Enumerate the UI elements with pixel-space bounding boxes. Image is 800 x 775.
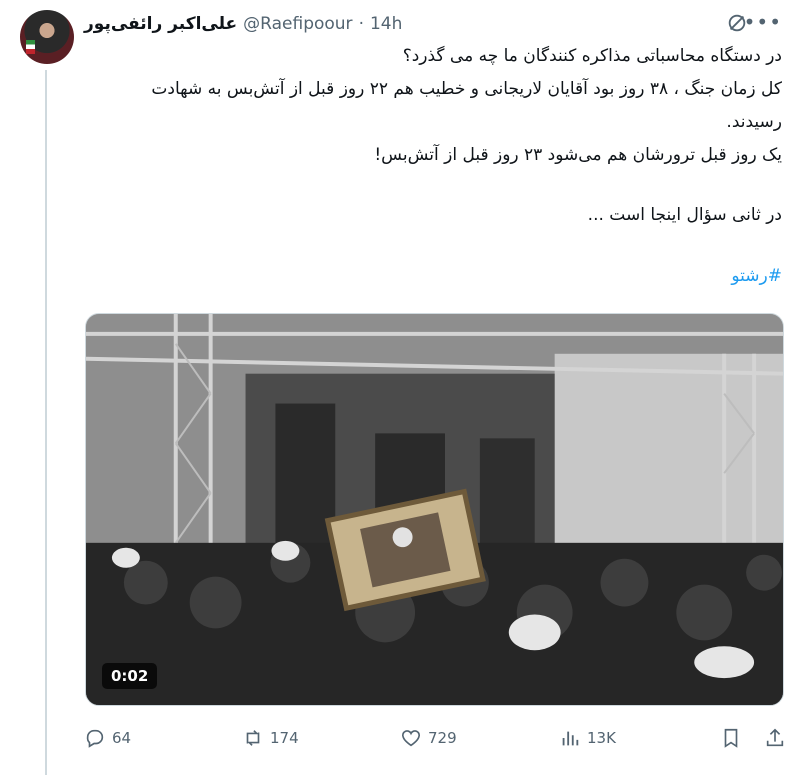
video-timestamp: 0:02 <box>102 663 158 689</box>
like-button[interactable]: 729 <box>400 727 457 749</box>
author-handle[interactable]: @Raefipoour <box>243 14 352 34</box>
views-count: 13K <box>587 729 616 747</box>
more-icon[interactable]: ••• <box>744 10 782 34</box>
avatar[interactable] <box>20 10 74 64</box>
action-bar: 64 174 729 13K <box>84 724 784 752</box>
share-icon <box>766 728 784 747</box>
reply-icon <box>86 729 104 748</box>
tweet-line: رسیدند. <box>726 112 782 132</box>
views-icon <box>562 731 579 746</box>
bookmark-button[interactable] <box>720 727 742 749</box>
bookmark-icon <box>724 728 738 748</box>
views-button[interactable]: 13K <box>559 727 616 749</box>
share-button[interactable] <box>764 727 786 749</box>
tweet-header: علی‌اکبر رائفی‌پور @Raefipoour · 14h <box>84 12 402 36</box>
separator: · <box>358 14 364 34</box>
retweet-icon <box>246 730 260 746</box>
video-player[interactable]: 0:02 <box>85 313 784 706</box>
reply-count: 64 <box>112 729 132 747</box>
like-count: 729 <box>428 729 457 747</box>
hashtag-link[interactable]: #رشتو <box>84 266 782 286</box>
retweet-count: 174 <box>270 729 299 747</box>
thread-line <box>45 70 47 775</box>
retweet-button[interactable]: 174 <box>242 727 299 749</box>
tweet-line: یک روز قبل ترورشان هم می‌شود ۲۳ روز قبل … <box>374 145 782 165</box>
reply-button[interactable]: 64 <box>84 727 131 749</box>
timestamp[interactable]: 14h <box>370 14 402 34</box>
tweet-line: در دستگاه محاسباتی مذاکره کنندگان ما چه … <box>402 46 782 66</box>
tweet-line: کل زمان جنگ ، ۳۸ روز بود آقایان لاریجانی… <box>151 79 782 99</box>
like-icon <box>401 730 421 747</box>
video-frame <box>86 314 783 705</box>
author-name[interactable]: علی‌اکبر رائفی‌پور <box>84 14 237 34</box>
flag-icon <box>26 40 35 54</box>
tweet-line: در ثانی سؤال اینجا است ... <box>587 205 782 225</box>
